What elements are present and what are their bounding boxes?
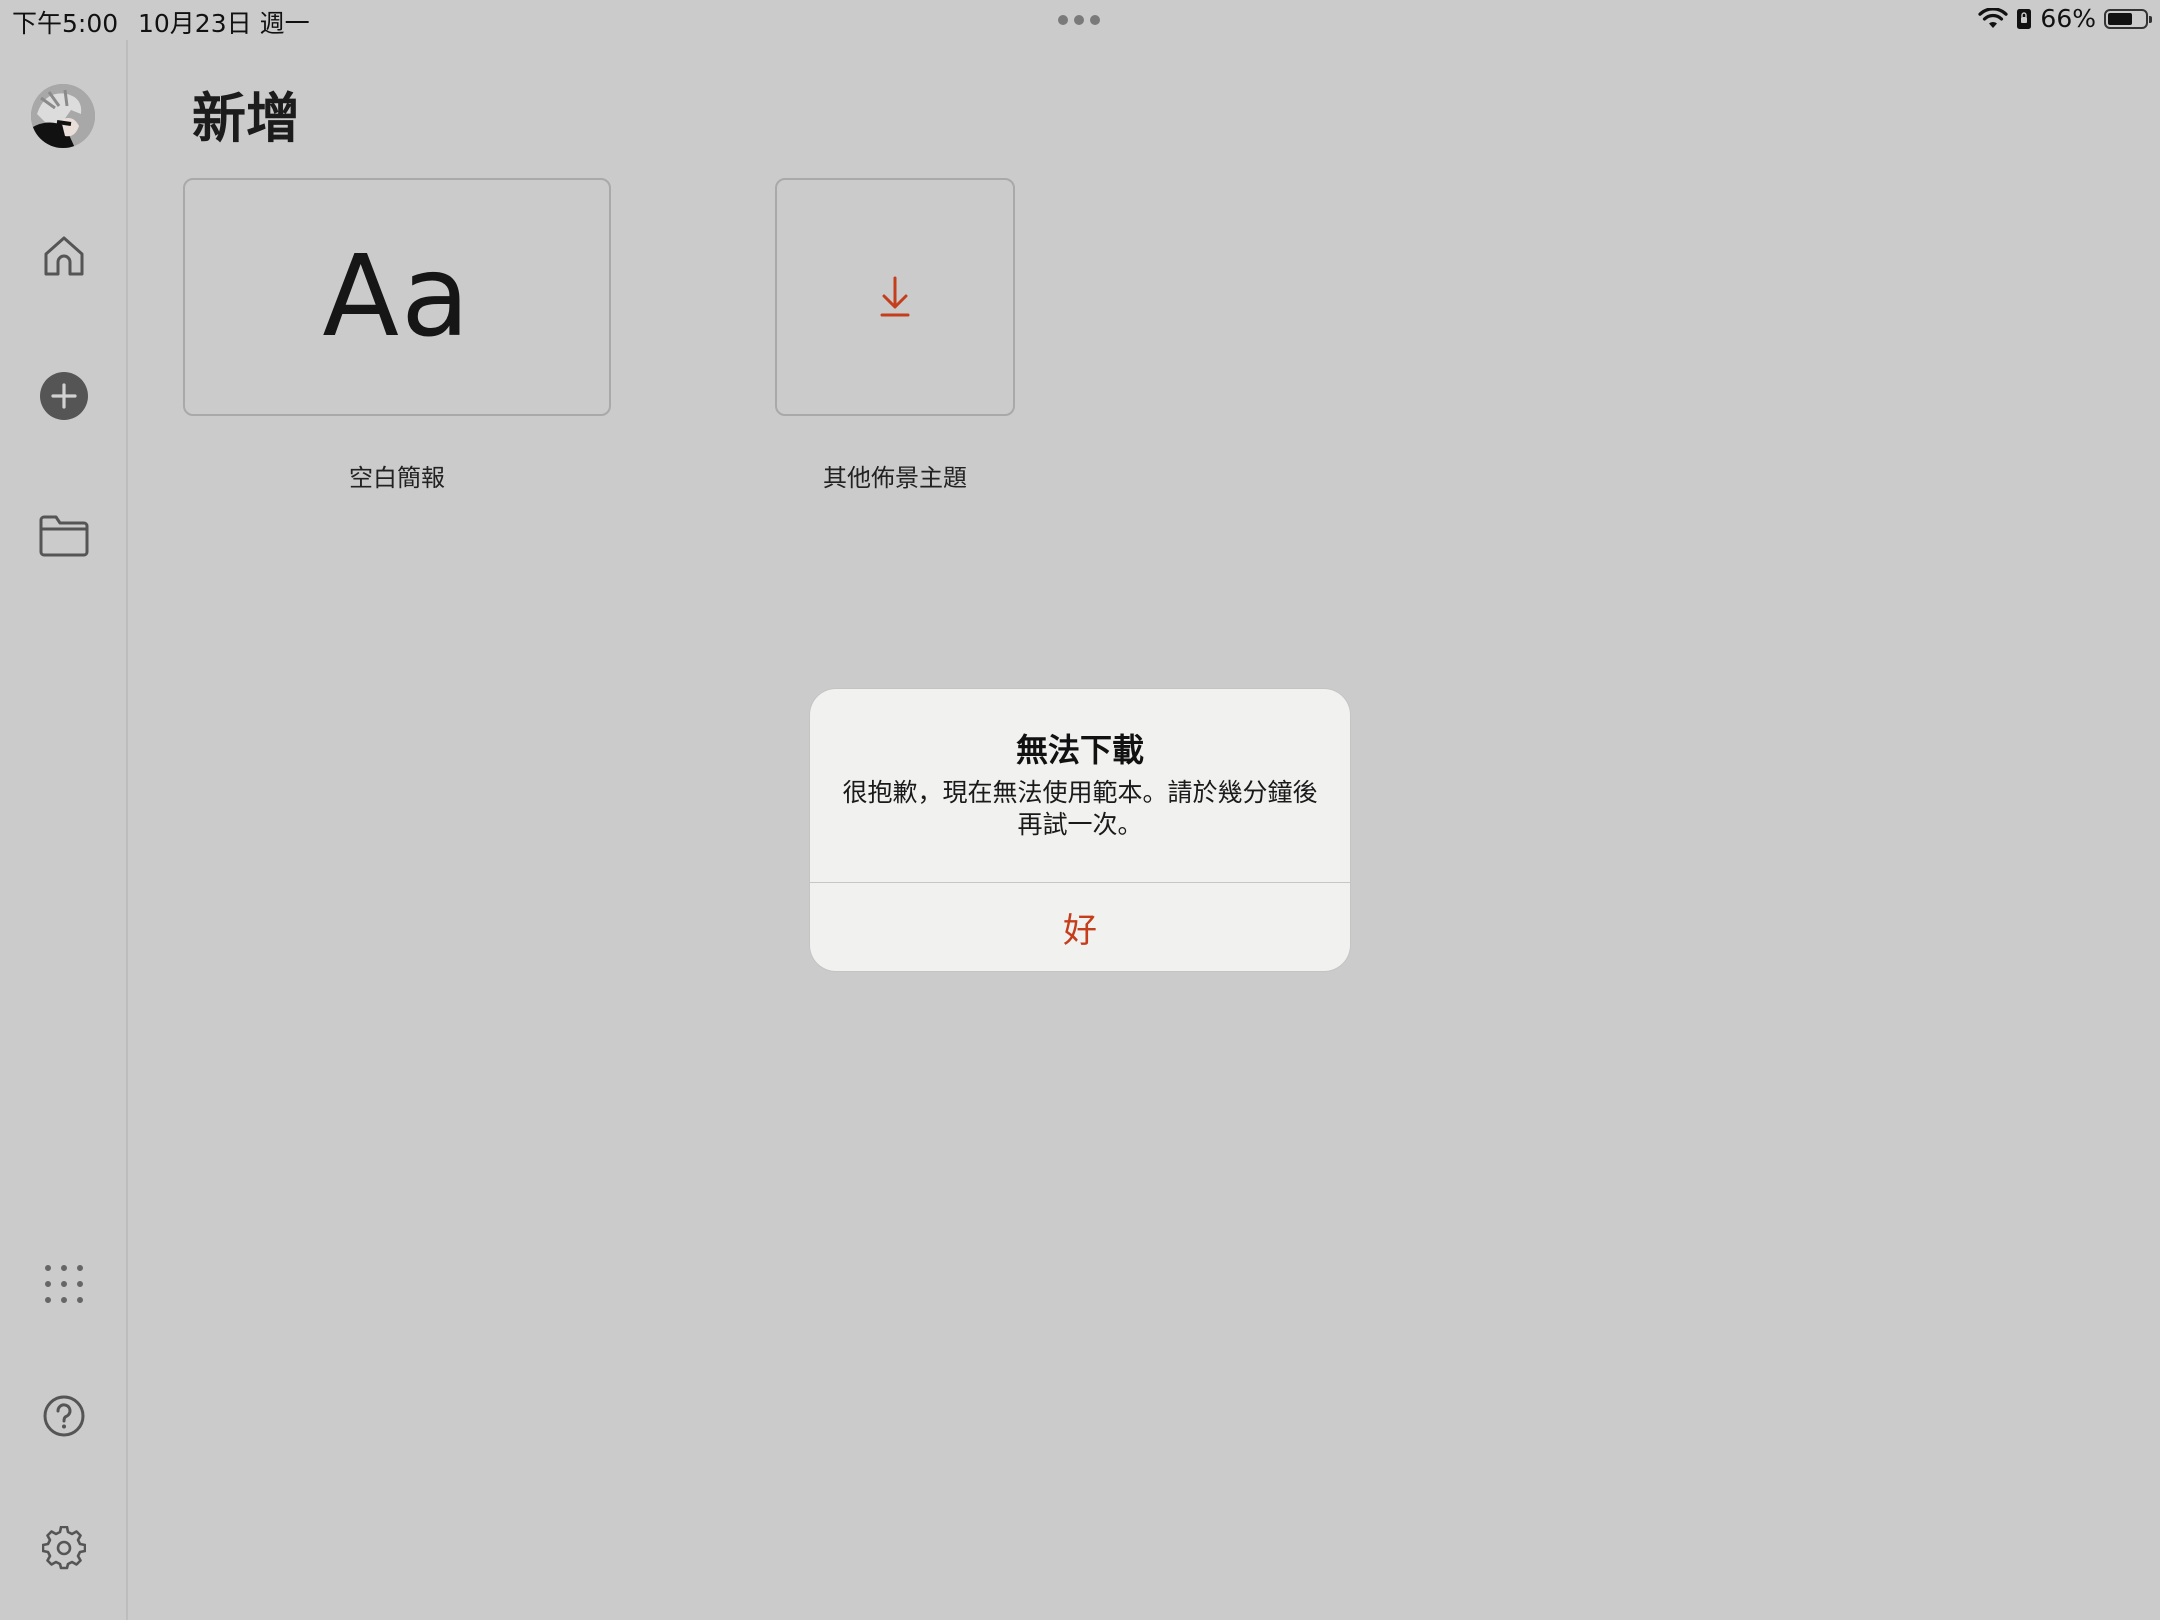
download-error-alert: 無法下載 很抱歉，現在無法使用範本。請於幾分鐘後再試一次。 好 [810, 689, 1350, 971]
avatar[interactable] [31, 84, 95, 148]
settings-gear-icon [42, 1526, 86, 1570]
app-screen: 下午5:00 10月23日 週一 66% 新增 Aa 空白簡報 其他佈景主題 無… [0, 0, 2160, 1620]
sidebar-item-apps[interactable] [34, 1254, 94, 1314]
home-icon [44, 236, 84, 276]
more-themes-label: 其他佈景主題 [823, 464, 967, 492]
status-time: 下午5:00 [12, 9, 119, 38]
alert-ok-button[interactable]: 好 [810, 883, 1350, 971]
apps-grid-icon [45, 1265, 83, 1303]
alert-title: 無法下載 [1015, 731, 1144, 769]
folder-icon [39, 515, 89, 557]
more-themes-tile[interactable] [775, 178, 1015, 416]
orientation-lock-icon [2017, 8, 2032, 29]
battery-icon [2104, 8, 2152, 29]
multitasking-dots-icon[interactable] [1058, 15, 1100, 25]
avatar-image [31, 84, 95, 148]
sidebar-item-open[interactable] [34, 506, 94, 566]
status-bar: 下午5:00 10月23日 週一 66% [0, 0, 2160, 40]
blank-presentation-label: 空白簡報 [349, 464, 445, 492]
blank-presentation-glyph: Aa [322, 232, 472, 362]
wifi-icon [1978, 7, 2009, 28]
sidebar-item-home[interactable] [34, 226, 94, 286]
status-date: 10月23日 週一 [138, 9, 310, 38]
sidebar [0, 40, 128, 1620]
page-title: 新增 [192, 87, 300, 150]
download-icon [880, 276, 910, 317]
sidebar-item-settings[interactable] [34, 1518, 94, 1578]
alert-message: 很抱歉，現在無法使用範本。請於幾分鐘後再試一次。 [842, 778, 1318, 839]
blank-presentation-tile[interactable]: Aa [183, 178, 611, 416]
help-icon [43, 1395, 85, 1437]
battery-level-fill [2108, 12, 2132, 25]
sidebar-item-new[interactable] [34, 366, 94, 426]
battery-percent: 66% [2040, 4, 2096, 33]
sidebar-item-help[interactable] [34, 1386, 94, 1446]
status-indicators: 66% [1978, 4, 2152, 33]
plus-circle-icon [40, 372, 88, 420]
